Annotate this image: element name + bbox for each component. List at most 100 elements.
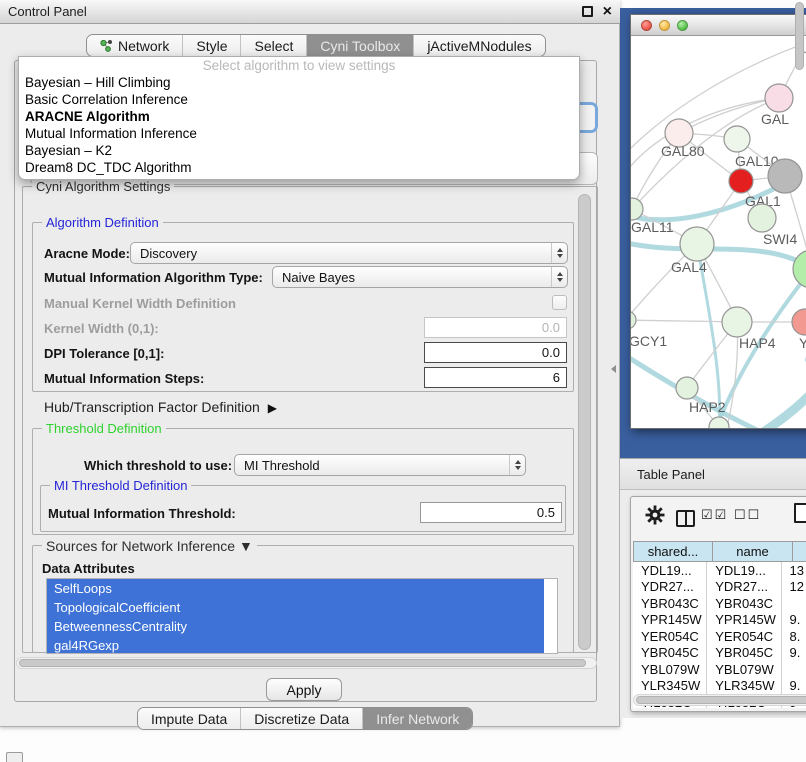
network-canvas[interactable]: GALGAL80GAL10GAL1GAL11SWI4GAL4GCY1HAP4YH… — [631, 36, 806, 428]
tab-infer-network[interactable]: Infer Network — [362, 708, 472, 729]
node-label-swi4: SWI4 — [763, 231, 797, 247]
mi-threshold-field[interactable]: 0.5 — [420, 502, 562, 523]
table-row[interactable]: YDR27...YDR27...12 — [633, 579, 806, 596]
table-row[interactable]: YER054CYER054C8. — [633, 628, 806, 645]
network-edge[interactable] — [631, 320, 737, 322]
collapse-down-icon[interactable]: ▼ — [239, 538, 253, 554]
tab-jactivemnodules[interactable]: jActiveMNodules — [413, 35, 544, 56]
scrollbar-thumb[interactable] — [19, 659, 586, 667]
tab-label: Style — [196, 38, 227, 54]
manual-kernel-checkbox[interactable] — [552, 295, 567, 310]
deselect-checkboxes-icon[interactable]: ☐☐ — [734, 507, 761, 523]
tab-style[interactable]: Style — [182, 35, 240, 56]
mac-zoom-icon[interactable] — [677, 20, 688, 31]
network-window-titlebar[interactable] — [631, 15, 806, 36]
network-node[interactable] — [793, 250, 806, 288]
table-cell: YPR145W — [633, 612, 707, 629]
tab-label: Impute Data — [151, 711, 227, 727]
table-horizontal-scrollbar[interactable] — [633, 694, 806, 706]
which-threshold-value: MI Threshold — [235, 458, 509, 473]
expand-right-icon[interactable]: ▶ — [268, 401, 277, 415]
tab-discretize-data[interactable]: Discretize Data — [240, 708, 362, 729]
settings-vertical-scrollbar[interactable] — [578, 194, 591, 650]
apply-button[interactable]: Apply — [266, 678, 342, 701]
select-all-checkboxes-icon[interactable]: ☑☑ — [701, 507, 728, 523]
settings-horizontal-scrollbar[interactable] — [16, 657, 597, 669]
tab-select[interactable]: Select — [240, 35, 306, 56]
which-threshold-label: Which threshold to use: — [84, 458, 232, 473]
table-row[interactable]: YLR345WYLR345W9. — [633, 678, 806, 695]
algorithm-option-bayesian-hill-climbing[interactable]: Bayesian – Hill Climbing — [19, 74, 579, 91]
table-row[interactable]: YBR045CYBR045C9. — [633, 645, 806, 662]
scrollbar-thumb[interactable] — [636, 696, 806, 704]
hub-definition-label: Hub/Transcription Factor Definition — [44, 399, 260, 415]
mi-steps-field[interactable]: 6 — [424, 367, 567, 388]
network-node-gal1[interactable] — [729, 169, 753, 193]
network-edge[interactable] — [727, 322, 738, 428]
mi-algorithm-type-combobox[interactable]: Naive Bayes — [272, 266, 568, 288]
hub-definition-expander[interactable]: Hub/Transcription Factor Definition ▶ — [44, 399, 277, 415]
network-node-swi4[interactable] — [748, 204, 776, 232]
network-node-gal4[interactable] — [680, 227, 714, 261]
table-cell: 8. — [782, 628, 806, 645]
mac-minimize-icon[interactable] — [659, 20, 670, 31]
attributes-list-scrollbar[interactable] — [795, 2, 804, 70]
table-row[interactable]: YPR145WYPR145W9. — [633, 612, 806, 629]
algorithm-option-bayesian-k2[interactable]: Bayesian – K2 — [19, 142, 579, 159]
control-panel-title: Control Panel — [8, 4, 87, 19]
network-node-gcy1[interactable] — [631, 311, 636, 329]
algorithm-option-dream8-dc-tdc-algorithm[interactable]: Dream8 DC_TDC Algorithm — [19, 159, 579, 176]
algorithm-option-mutual-information-inference[interactable]: Mutual Information Inference — [19, 125, 579, 142]
tab-impute-data[interactable]: Impute Data — [138, 708, 240, 729]
mac-close-icon[interactable] — [641, 20, 652, 31]
table-cell — [782, 661, 806, 678]
new-document-icon[interactable] — [794, 503, 806, 523]
algorithm-option-basic-correlation-inference[interactable]: Basic Correlation Inference — [19, 91, 579, 108]
tab-cyni-toolbox[interactable]: Cyni Toolbox — [306, 35, 413, 56]
stepper-icon[interactable] — [509, 455, 525, 475]
network-node-gal[interactable] — [765, 84, 793, 112]
dpi-tolerance-field[interactable]: 0.0 — [424, 342, 567, 363]
network-node[interactable] — [768, 159, 802, 193]
stepper-icon[interactable] — [551, 243, 567, 263]
which-threshold-combobox[interactable]: MI Threshold — [234, 454, 526, 476]
tab-network[interactable]: Network — [87, 35, 182, 56]
network-node-hap2[interactable] — [676, 377, 698, 399]
attribute-item-gal4rgexp[interactable]: gal4RGexp — [47, 636, 544, 654]
algorithm-option-aracne-algorithm[interactable]: ARACNE Algorithm — [19, 108, 579, 125]
network-node-y[interactable] — [792, 309, 806, 335]
close-icon[interactable]: × — [603, 6, 612, 17]
stepper-icon[interactable] — [551, 267, 567, 287]
network-node-hap4[interactable] — [722, 307, 752, 337]
control-panel-titlebar: Control Panel × — [0, 0, 620, 24]
column-header-2[interactable] — [793, 541, 806, 562]
settings-gear-icon[interactable] — [645, 505, 665, 525]
algorithm-definition-legend: Algorithm Definition — [42, 215, 163, 230]
table-row[interactable]: YDL19...YDL19...13 — [633, 562, 806, 579]
threshold-definition-legend: Threshold Definition — [42, 421, 166, 436]
table-row[interactable]: YBR043CYBR043C — [633, 595, 806, 612]
table-cell — [782, 595, 806, 612]
aracne-mode-label: Aracne Mode: — [44, 246, 130, 261]
cyni-settings-legend: Cyni Algorithm Settings — [32, 179, 174, 194]
table-row[interactable]: YBL079WYBL079W — [633, 661, 806, 678]
kernel-width-field[interactable]: 0.0 — [424, 317, 567, 338]
panel-splitter-arrow[interactable] — [611, 365, 616, 373]
attribute-item-betweennesscentrality[interactable]: BetweennessCentrality — [47, 617, 544, 636]
column-header-shared[interactable]: shared... — [633, 541, 713, 562]
float-window-icon[interactable] — [582, 6, 593, 17]
attribute-item-selfloops[interactable]: SelfLoops — [47, 579, 544, 598]
network-edge[interactable] — [757, 384, 806, 428]
table-cell: YPR145W — [707, 612, 781, 629]
mi-algorithm-type-value: Naive Bayes — [273, 270, 551, 285]
table-cell: YLR345W — [633, 678, 707, 695]
tab-label: Cyni Toolbox — [320, 38, 400, 54]
network-node-gal10[interactable] — [724, 126, 750, 152]
algorithm-placeholder: Select algorithm to view settings — [19, 57, 579, 74]
aracne-mode-combobox[interactable]: Discovery — [130, 242, 568, 264]
attribute-item-topologicalcoefficient[interactable]: TopologicalCoefficient — [47, 598, 544, 617]
split-columns-icon[interactable] — [676, 510, 695, 527]
dpi-tolerance-label: DPI Tolerance [0,1]: — [44, 346, 164, 361]
column-header-name[interactable]: name — [713, 541, 793, 562]
minimized-window-icon[interactable] — [6, 752, 23, 762]
